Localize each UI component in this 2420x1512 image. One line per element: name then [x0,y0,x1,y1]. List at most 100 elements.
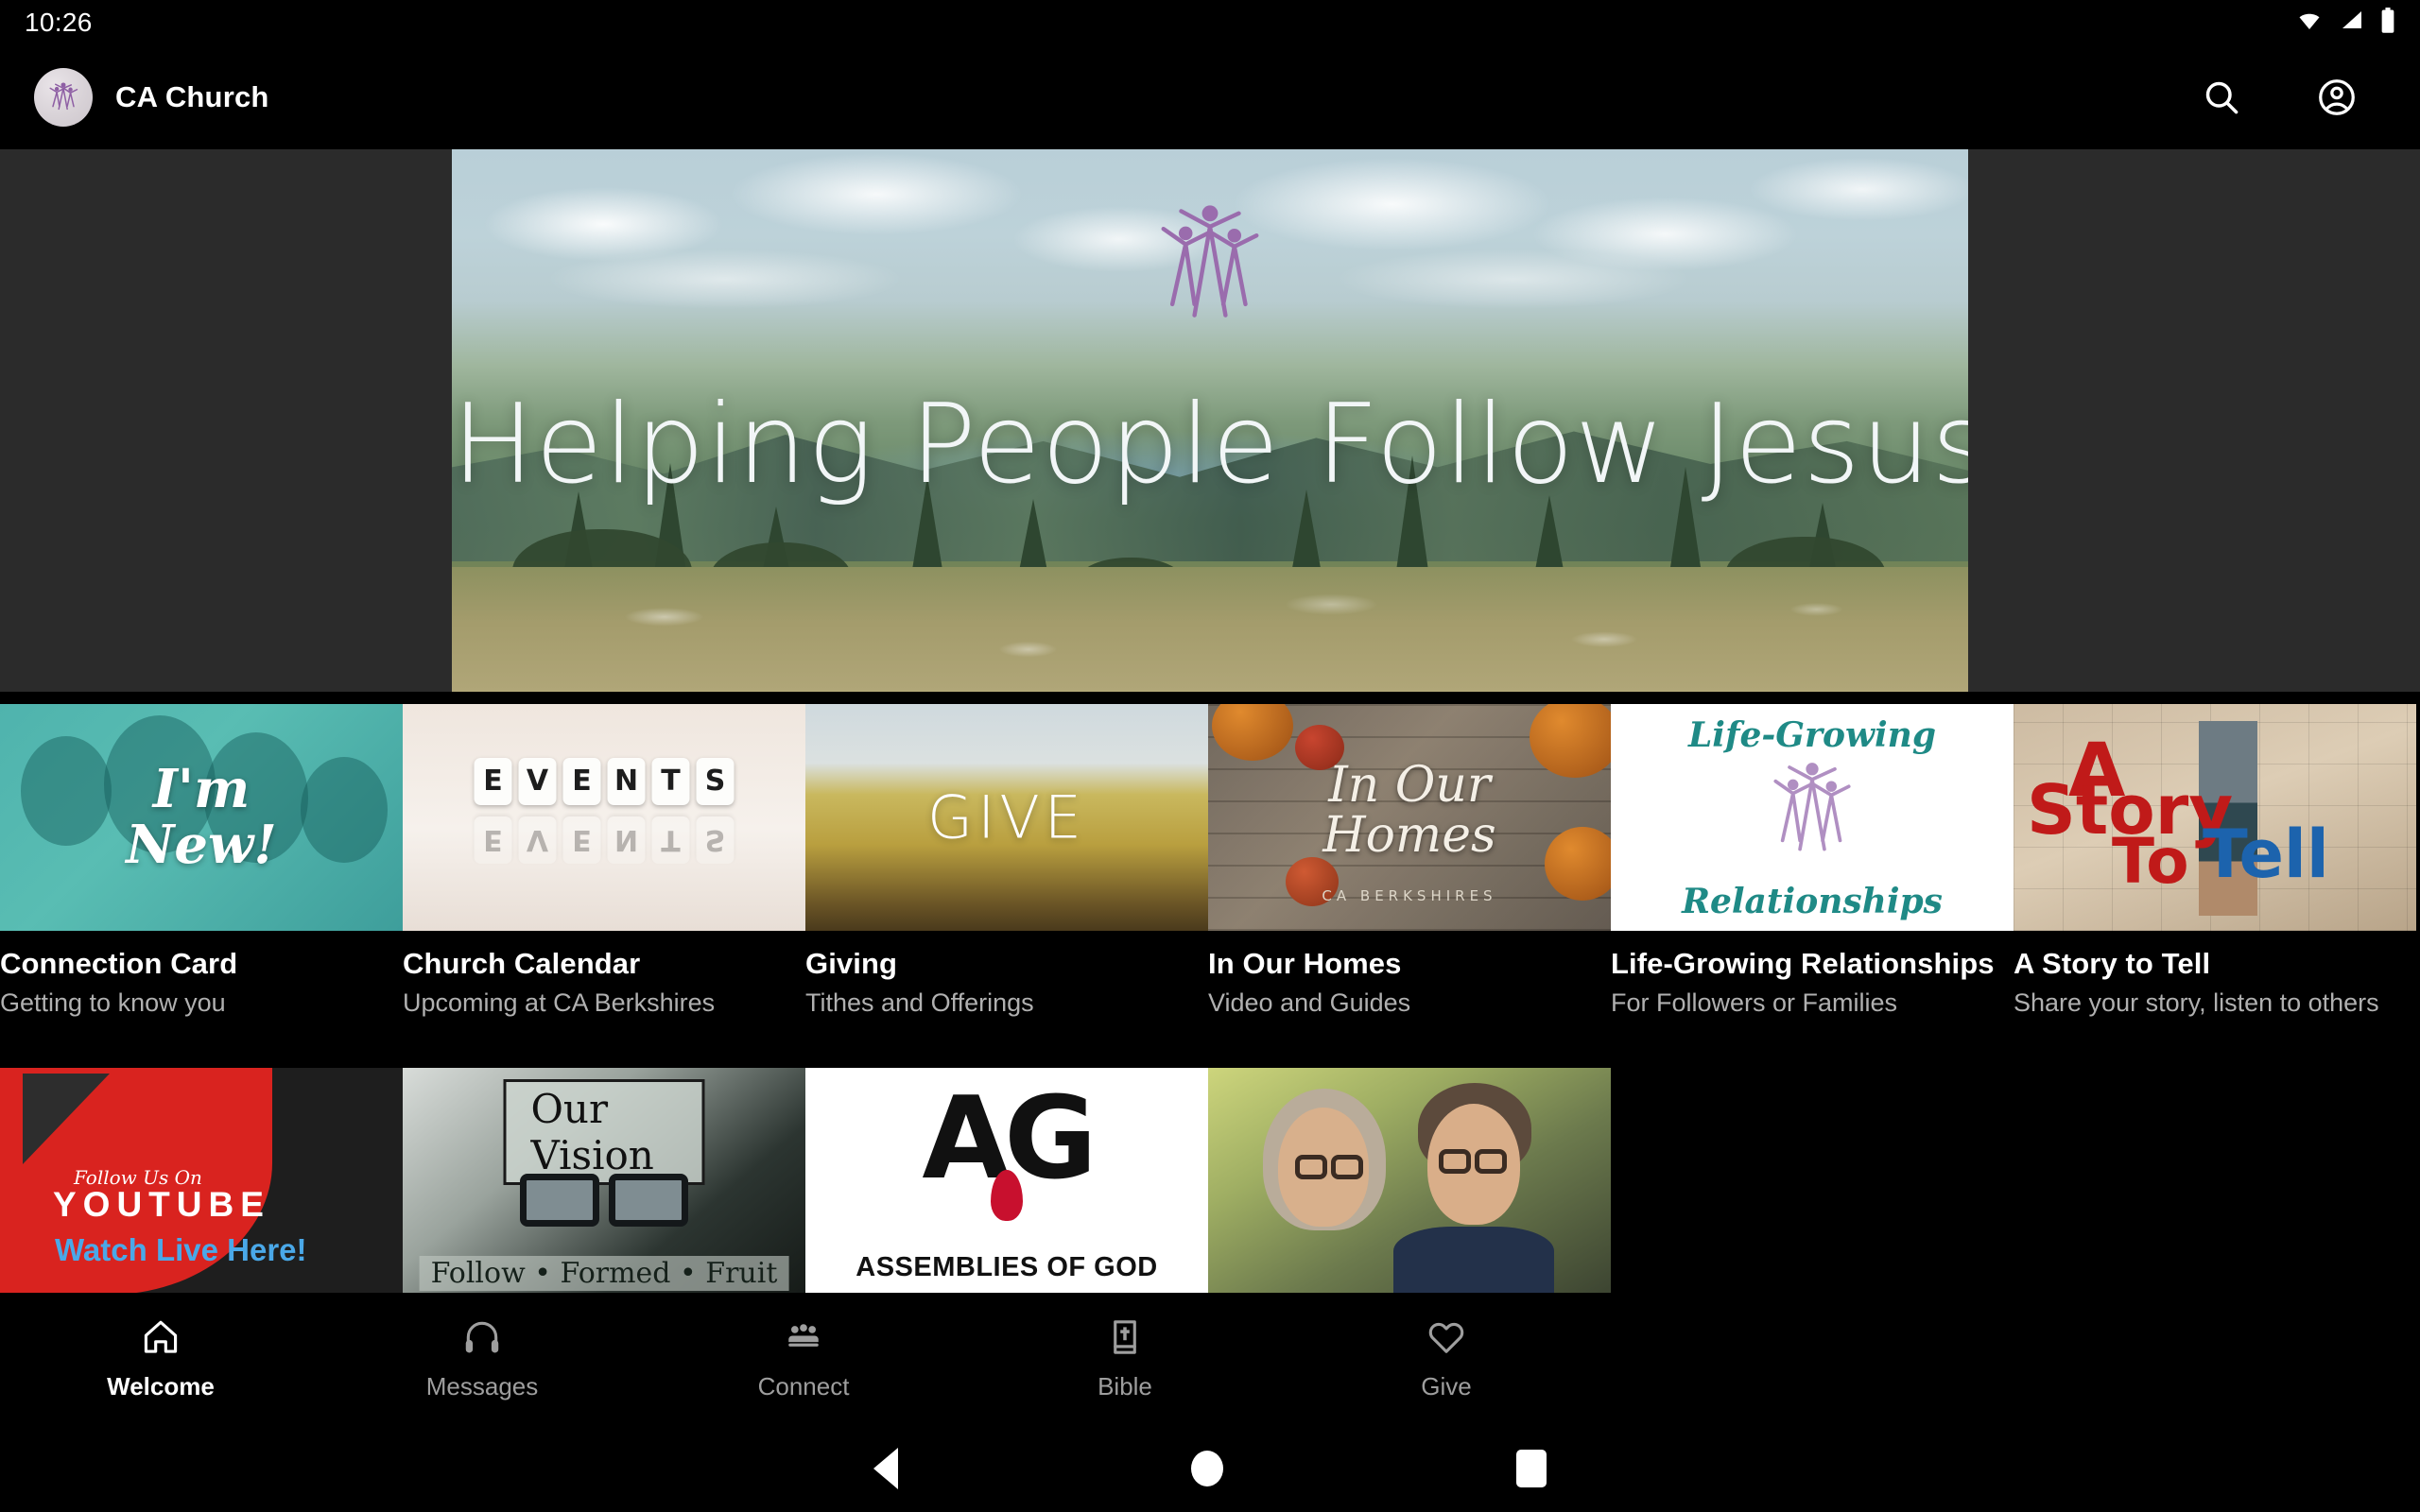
glasses-icon [1439,1149,1471,1174]
card-meta: In Our Homes Video and Guides [1208,931,1611,1018]
nav-item-messages[interactable]: Messages [321,1316,643,1401]
app-brand[interactable]: CA Church [34,68,269,127]
card-thumbnail: I'm New! [0,704,403,931]
thumb-caption: GIVE [927,782,1086,852]
bottom-navigation: Welcome Messages Connect Bible Give [0,1293,2420,1425]
thumb-caption: E V E N T S [474,757,735,805]
heart-icon [1426,1316,1467,1363]
ca-church-logo-icon [34,68,93,127]
card-meta: A Story to Tell Share your story, listen… [2014,931,2416,1018]
hero-meadow [452,566,1968,692]
status-bar: 10:26 [0,0,2420,45]
card-thumbnail [1208,1068,1611,1295]
thumb-caption-line3: Watch Live Here! [55,1232,307,1267]
app-title: CA Church [115,80,269,113]
recents-square-icon[interactable] [1516,1450,1547,1487]
home-circle-icon[interactable] [1191,1451,1223,1486]
thumb-caption-line1: Our Vision [503,1079,705,1185]
letter-tile: E [562,757,601,805]
play-triangle-icon [23,1074,110,1164]
thumb-caption: In Our Homes [1208,760,1611,864]
bible-book-icon [1104,1316,1146,1363]
status-icons [2295,7,2395,39]
thumb-caption-line4: Tell [2203,816,2329,893]
card-a-story-to-tell[interactable]: A Story To Tell A Story to Tell Share yo… [2014,704,2416,1018]
card-thumbnail: E V E N T S EVE NTS [403,704,805,931]
card-subtitle: For Followers or Families [1611,988,1898,1017]
card-title: Church Calendar [403,947,641,980]
nav-label: Connect [757,1372,850,1400]
card-meta: Giving Tithes and Offerings [805,931,1208,1018]
card-title: A Story to Tell [2014,947,2211,980]
wifi-icon [2295,9,2324,37]
app-bar: CA Church [0,45,2420,149]
card-meta: Connection Card Getting to know you [0,931,403,1018]
nav-label: Messages [425,1372,539,1400]
search-icon[interactable] [2195,71,2248,124]
hero-headline: Helping People Follow Jesus [452,381,1968,508]
card-title: In Our Homes [1208,947,1402,980]
nav-item-welcome[interactable]: Welcome [0,1316,321,1401]
card-assemblies-of-god[interactable]: AG ASSEMBLIES OF GOD [805,1068,1208,1295]
lgr-logo-icon [1750,750,1875,867]
card-title: Connection Card [0,947,238,980]
nav-label: Give [1421,1372,1472,1400]
thumb-caption-line3: CA BERKSHIRES [1322,887,1497,904]
card-thumbnail: Follow Us On YOUTUBE Watch Live Here! [0,1068,403,1295]
thumb-caption: I'm New! [0,762,403,873]
card-in-our-homes[interactable]: In Our Homes CA BERKSHIRES In Our Homes … [1208,704,1611,1018]
card-thumbnail: In Our Homes CA BERKSHIRES [1208,704,1611,931]
card-giving[interactable]: GIVE Giving Tithes and Offerings [805,704,1208,1018]
hero-backdrop: Helping People Follow Jesus [0,149,2420,692]
thumb-caption-line1: Life-Growing [1687,715,1937,755]
card-pastors-photo[interactable] [1208,1068,1611,1295]
app-root: 10:26 CA Church Helping People Follow Je… [0,0,2420,1512]
android-navigation-bar [0,1425,2420,1512]
nav-item-connect[interactable]: Connect [643,1316,964,1401]
card-title: Giving [805,947,898,980]
card-subtitle: Getting to know you [0,988,226,1017]
thumb-caption-line2: Relationships [1682,882,1943,921]
app-bar-actions [2195,71,2386,124]
glasses-icon [1331,1155,1363,1179]
group-icon [783,1316,824,1363]
letter-tile: V [518,757,557,805]
letter-tile: T [651,757,690,805]
thumb-caption-line2: Follow • Formed • Fruit [419,1256,789,1291]
cellular-signal-icon [2339,9,2365,37]
thumb-caption-line1: I'm [152,758,251,821]
glasses-icon [1475,1149,1507,1174]
card-connection-card[interactable]: I'm New! Connection Card Getting to know… [0,704,403,1018]
card-thumbnail: Our Vision Follow • Formed • Fruit [403,1068,805,1295]
account-circle-icon[interactable] [2310,71,2363,124]
card-subtitle: Share your story, listen to others [2014,988,2379,1017]
card-meta: Life-Growing Relationships For Followers… [1611,931,2014,1018]
nav-item-bible[interactable]: Bible [964,1316,1286,1401]
glasses-icon [1295,1155,1327,1179]
thumb-caption-line1: In Our [1328,756,1491,814]
back-triangle-icon[interactable] [873,1448,898,1489]
card-subtitle: Tithes and Offerings [805,988,1034,1017]
headphones-icon [461,1316,503,1363]
glasses-icon [520,1174,688,1227]
card-church-calendar[interactable]: E V E N T S EVE NTS Church Calendar Upco… [403,704,805,1018]
card-thumbnail: Life-Growing Relationships [1611,704,2014,931]
hero-banner[interactable]: Helping People Follow Jesus [452,149,1968,692]
thumb-caption-line2: New! [126,814,277,876]
status-clock: 10:26 [25,8,93,37]
nav-item-give[interactable]: Give [1286,1316,1607,1401]
feature-card-row-1: I'm New! Connection Card Getting to know… [0,704,2416,1018]
card-thumbnail: AG ASSEMBLIES OF GOD [805,1068,1208,1295]
thumb-caption-line3: To [2112,825,2189,898]
card-youtube-live[interactable]: Follow Us On YOUTUBE Watch Live Here! [0,1068,403,1295]
letter-tile: N [607,757,646,805]
card-our-vision[interactable]: Our Vision Follow • Formed • Fruit [403,1068,805,1295]
card-title: Life-Growing Relationships [1611,947,1995,980]
card-thumbnail: A Story To Tell [2014,704,2416,931]
battery-icon [2380,7,2395,39]
card-subtitle: Video and Guides [1208,988,1411,1017]
feature-card-row-2: Follow Us On YOUTUBE Watch Live Here! Ou… [0,1068,1611,1295]
card-life-growing-relationships[interactable]: Life-Growing Relationships Life-Growing … [1611,704,2014,1018]
card-subtitle: Upcoming at CA Berkshires [403,988,716,1017]
thumb-caption-line2: Homes [1322,806,1496,864]
